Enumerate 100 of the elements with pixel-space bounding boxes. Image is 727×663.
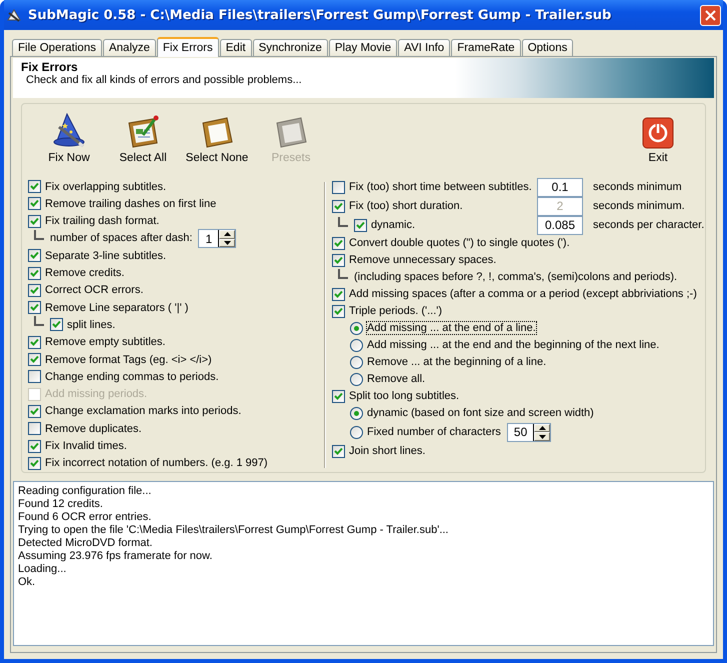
checkbox-label: Fix (too) short time between subtitles. <box>349 181 532 194</box>
checkbox[interactable] <box>332 200 345 213</box>
unit-label: seconds per character. <box>593 218 705 234</box>
checkbox-label: Remove format Tags (eg. <i> </i>) <box>45 354 212 366</box>
radio-label: Remove ... at the beginning of a line. <box>367 356 546 368</box>
up-arrow-icon <box>224 232 231 236</box>
spinner-label: number of spaces after dash: <box>50 232 192 244</box>
down-arrow-icon <box>538 434 546 439</box>
checkbox[interactable] <box>332 304 345 318</box>
tab[interactable]: AVI Info <box>398 39 450 56</box>
up-arrow-icon <box>538 426 546 430</box>
checkbox[interactable] <box>28 180 41 194</box>
tree-line <box>34 316 44 326</box>
header-title: Fix Errors <box>21 60 79 74</box>
checkbox-label: Fix trailing dash format. <box>45 215 160 228</box>
tab[interactable]: Play Movie <box>328 39 398 56</box>
checkbox-label: Remove trailing dashes on first line <box>45 198 216 210</box>
checkbox[interactable] <box>28 440 41 453</box>
note-text: (including spaces before ?, !, comma's, (semi)colons and periods). <box>354 271 678 284</box>
down-arrow-icon <box>224 240 231 245</box>
checkbox-label: Change exclamation marks into periods. <box>45 405 242 418</box>
checkbox-label: Fix Invalid times. <box>45 440 127 452</box>
radio-label: Remove all. <box>367 373 426 386</box>
checkbox[interactable] <box>28 422 41 436</box>
checkbox-label: dynamic. <box>371 219 416 232</box>
checkbox[interactable] <box>332 180 345 194</box>
tree-line <box>338 216 348 227</box>
checkbox-label: Join short lines. <box>349 445 426 458</box>
tab[interactable]: Analyze <box>102 39 156 56</box>
radio-button[interactable] <box>350 406 363 420</box>
checkbox[interactable] <box>28 336 41 349</box>
tab[interactable]: FrameRate <box>451 39 521 56</box>
checkbox-label: Split too long subtitles. <box>349 390 460 402</box>
spin-down-button[interactable] <box>534 432 550 441</box>
checkbox-label: Convert double quotes (") to single quotes ('). <box>349 237 570 250</box>
number-spinner[interactable]: 50 <box>506 422 552 442</box>
radio-label: dynamic (based on font size and screen width) <box>367 407 594 420</box>
checkbox-label: split lines. <box>67 318 116 331</box>
checkbox[interactable] <box>28 456 41 470</box>
radio-button[interactable] <box>350 338 363 352</box>
window-title: SubMagic 0.58 - C:\Media Files\trailers\Forrest Gump\Forrest Gump - Trailer.sub <box>28 8 612 22</box>
checkbox[interactable] <box>28 266 41 280</box>
checkbox-label: Remove credits. <box>45 267 124 280</box>
radio-label: Add missing ... at the end of a line. <box>367 322 536 334</box>
toolbar-button[interactable]: Select None <box>180 112 254 164</box>
radio-button[interactable] <box>350 356 363 369</box>
checkbox-label: Add missing periods. <box>45 388 148 400</box>
unit-label: seconds minimum. <box>593 199 686 214</box>
tab[interactable]: Synchronize <box>252 39 328 56</box>
log-line: Found 6 OCR error entries. <box>18 511 152 524</box>
checkbox-label: Correct OCR errors. <box>45 284 144 296</box>
checkbox[interactable] <box>28 249 41 262</box>
checkbox[interactable] <box>28 404 41 418</box>
checkbox[interactable] <box>50 318 63 332</box>
power-icon <box>642 116 674 149</box>
checkbox[interactable] <box>28 370 41 384</box>
close-button[interactable] <box>700 4 721 26</box>
toolbar-button[interactable]: Select All <box>106 112 180 164</box>
checkbox-label: Remove unnecessary spaces. <box>349 254 496 266</box>
tree-line <box>338 268 348 279</box>
checkbox-label: Fix overlapping subtitles. <box>45 180 166 193</box>
spin-up-button[interactable] <box>534 424 550 432</box>
checkbox-label: Add missing spaces (after a comma or a period (except abbriviations ;-) <box>349 288 697 300</box>
toolbar-button[interactable]: Fix Now <box>32 112 106 164</box>
number-field[interactable]: 0.1 <box>537 178 583 197</box>
log-line: Trying to open the file 'C:\Media Files\trailers\Forrest Gump\Forrest Gump - Trailer.sub'... <box>18 524 448 537</box>
checkbox[interactable] <box>332 444 345 458</box>
checkbox-label: Remove Line separators ( '|' ) <box>45 302 188 314</box>
checkbox[interactable] <box>332 288 345 301</box>
checkbox[interactable] <box>354 218 367 232</box>
tab[interactable]: Fix Errors <box>156 37 219 57</box>
tree-line <box>34 230 44 240</box>
checkbox[interactable] <box>332 390 345 403</box>
checkbox-label: Remove empty subtitles. <box>45 336 166 348</box>
log-line: Reading configuration file... <box>18 485 152 498</box>
log-line: Assuming 23.976 fps framerate for now. <box>18 550 212 563</box>
tab[interactable]: Edit <box>220 39 252 56</box>
spin-up-button[interactable] <box>219 230 236 238</box>
app-icon <box>6 7 22 23</box>
checkbox-label: Remove duplicates. <box>45 422 142 435</box>
tab[interactable]: File Operations <box>12 39 102 56</box>
number-spinner[interactable]: 1 <box>198 229 236 248</box>
radio-button[interactable] <box>350 372 363 386</box>
radio-button[interactable] <box>350 322 363 335</box>
wizard-hat-icon <box>51 112 87 149</box>
checkbox[interactable] <box>332 236 345 250</box>
checkbox[interactable] <box>28 284 41 297</box>
number-field[interactable]: 0.085 <box>537 216 583 235</box>
tab[interactable]: Options <box>522 39 574 56</box>
checkbox[interactable] <box>28 301 41 314</box>
log-line: Detected MicroDVD format. <box>18 537 152 550</box>
checkbox[interactable] <box>28 353 41 366</box>
toolbar-button[interactable]: Exit <box>621 112 695 164</box>
checkbox[interactable] <box>28 197 41 210</box>
checkbox[interactable] <box>28 214 41 228</box>
checkbox-label: Fix (too) short duration. <box>349 200 463 212</box>
checkbox[interactable] <box>332 254 345 267</box>
checkbox-label: Fix incorrect notation of numbers. (e.g. 1 997) <box>45 457 268 470</box>
radio-button[interactable] <box>350 426 363 439</box>
checkbox-label: Change ending commas to periods. <box>45 370 219 383</box>
